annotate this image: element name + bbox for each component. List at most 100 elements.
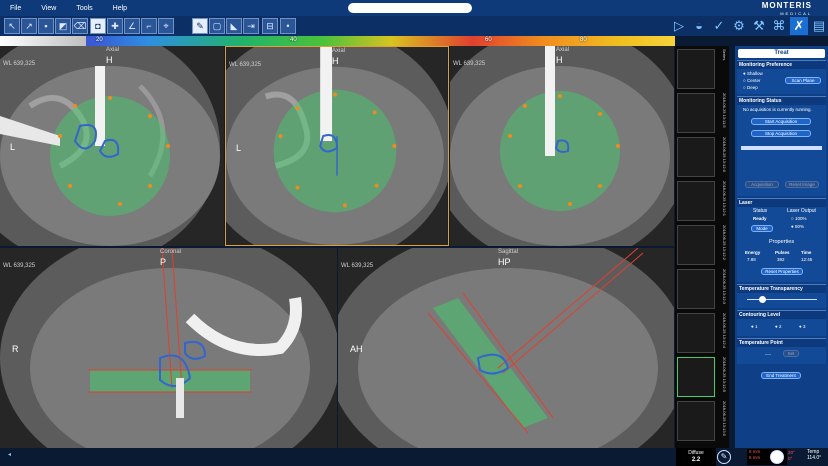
probe-insert-icon[interactable]: ✓ bbox=[710, 17, 728, 35]
orientation-label-top: H bbox=[106, 55, 113, 65]
grid-icon[interactable]: ⊟ bbox=[262, 18, 278, 34]
menu-file[interactable]: File bbox=[10, 5, 21, 12]
laser-section: Laser Status Ready Mode Laser Output ○ 1… bbox=[737, 198, 826, 282]
eraser-icon[interactable]: ⌫ bbox=[72, 18, 88, 34]
transparency-slider-track[interactable] bbox=[747, 299, 817, 300]
thumbnail-label: 2018-06-25 13:12:4 bbox=[722, 313, 727, 348]
settings-icon[interactable]: ⚙ bbox=[730, 17, 748, 35]
plan-icon[interactable]: ◒ bbox=[690, 17, 708, 35]
camera-icon[interactable]: ◘ bbox=[90, 18, 106, 34]
radio-center[interactable]: ○ Center bbox=[743, 78, 760, 83]
thumbnail[interactable] bbox=[677, 181, 715, 221]
model-icon[interactable]: ⌘ bbox=[770, 17, 788, 35]
pan-icon[interactable]: ◩ bbox=[55, 18, 71, 34]
energy-value: 7.88 bbox=[747, 257, 756, 262]
acquisition-button[interactable]: Acquisition bbox=[745, 181, 779, 188]
monitoring-status-section: Monitoring Status No acquisition is curr… bbox=[737, 96, 826, 196]
viewer-coronal[interactable]: WL 639,325 P R Coronal bbox=[0, 248, 337, 448]
search-input[interactable] bbox=[348, 3, 472, 13]
scan-plane-button[interactable]: Scan Plane bbox=[785, 77, 821, 84]
pen-icon[interactable]: ✎ bbox=[192, 18, 208, 34]
viewer-axial-1[interactable]: WL 639,325 H L Axial bbox=[0, 46, 224, 246]
thumbnail[interactable] bbox=[677, 49, 715, 89]
view-axis-label: Sagittal bbox=[498, 249, 519, 255]
radio-label: 1 bbox=[754, 324, 758, 329]
collapse-icon[interactable]: ◂ bbox=[8, 451, 11, 458]
thumbnail[interactable] bbox=[677, 93, 715, 133]
window-level-readout: WL 639,325 bbox=[3, 263, 36, 269]
laser-icon[interactable]: ◣ bbox=[226, 18, 242, 34]
series-thumbnails: Series 2018-06-25 13:11:5 2018-06-25 13:… bbox=[675, 46, 729, 448]
set-button[interactable]: Set bbox=[783, 350, 799, 357]
play-icon[interactable]: ▷ bbox=[670, 17, 688, 35]
window-level-readout: WL 639,325 bbox=[3, 61, 36, 67]
orientation-label-top: H bbox=[332, 56, 339, 66]
radio-contour-2[interactable]: ● 2 bbox=[775, 324, 781, 329]
menu-view[interactable]: View bbox=[41, 5, 56, 12]
temp-value: 114.0° bbox=[807, 455, 822, 461]
viewer-axial-2[interactable]: WL 639,325 H L Axial bbox=[225, 46, 449, 246]
diffuse-label: Diffuse bbox=[688, 450, 704, 456]
end-treatment-button[interactable]: End Treatment bbox=[761, 372, 801, 379]
angle-icon[interactable]: ∠ bbox=[124, 18, 140, 34]
tool-icon[interactable]: ⚒ bbox=[750, 17, 768, 35]
cursor-alt-icon[interactable]: ↗ bbox=[21, 18, 37, 34]
pen-tool-icon[interactable]: ✎ bbox=[717, 450, 731, 464]
transparency-slider-handle[interactable] bbox=[759, 296, 766, 303]
laser-status-label: Status bbox=[753, 208, 768, 214]
reset-properties-button[interactable]: Reset Properties bbox=[761, 268, 803, 275]
radio-label: 3 bbox=[802, 324, 806, 329]
dot-icon[interactable]: • bbox=[280, 18, 296, 34]
thumbnail[interactable] bbox=[677, 313, 715, 353]
thumbnail[interactable] bbox=[677, 137, 715, 177]
thumbnail[interactable] bbox=[677, 357, 715, 397]
probe-rotation-icon[interactable] bbox=[770, 450, 784, 464]
viewer-sagittal[interactable]: WL 639,325 HP AH Sagittal bbox=[338, 248, 674, 448]
thumbnail-label: 2018-06-25 13:12:5 bbox=[722, 357, 727, 392]
thumbnail-label: 2018-06-25 13:12:2 bbox=[722, 225, 727, 260]
radio-label: Shallow bbox=[746, 71, 763, 76]
radio-label: Center bbox=[746, 78, 761, 83]
temperature-point-section: Temperature Point ---- Set bbox=[737, 338, 826, 364]
cursor-icon[interactable]: ↖ bbox=[4, 18, 20, 34]
thumbnail-label: 2018-06-25 13:12:3 bbox=[722, 269, 727, 304]
degree-readout: 20° 0° bbox=[788, 450, 795, 462]
radio-deep[interactable]: ○ Deep bbox=[743, 85, 758, 90]
arrow-icon[interactable]: ⇥ bbox=[243, 18, 259, 34]
thumbnail-label: 2018-06-25 13:12:1 bbox=[722, 181, 727, 216]
tab-treat[interactable]: Treat bbox=[738, 49, 825, 58]
thumbnail[interactable] bbox=[677, 401, 715, 441]
document-icon[interactable]: ▤ bbox=[810, 17, 828, 35]
radio-contour-3[interactable]: ● 3 bbox=[799, 324, 805, 329]
stop-acquisition-button[interactable]: Stop Acquisition bbox=[751, 130, 811, 137]
contouring-level-section: Contouring Level ● 1 ● 2 ● 3 bbox=[737, 310, 826, 336]
thumbnail-label: 2018-06-25 13:13:0 bbox=[722, 401, 727, 436]
thumbnail[interactable] bbox=[677, 269, 715, 309]
orientation-label-side: L bbox=[10, 142, 16, 152]
brand-name: MONTERIS bbox=[761, 1, 812, 10]
radio-output-100[interactable]: ○ 100% bbox=[791, 216, 806, 221]
mode-button[interactable]: Mode bbox=[751, 225, 773, 232]
menu-help[interactable]: Help bbox=[113, 5, 127, 12]
thumbnail[interactable] bbox=[677, 225, 715, 265]
thumbnail-label: 2018-06-25 13:12:0 bbox=[722, 137, 727, 172]
radio-contour-1[interactable]: ● 1 bbox=[751, 324, 757, 329]
properties-label: Properties bbox=[769, 239, 795, 245]
radio-label: 80% bbox=[794, 224, 804, 229]
line-icon[interactable]: ⌐ bbox=[141, 18, 157, 34]
region-icon[interactable]: ▢ bbox=[209, 18, 225, 34]
menu-tools[interactable]: Tools bbox=[76, 5, 92, 12]
scale-mark: 60 bbox=[485, 37, 492, 43]
radio-output-80[interactable]: ● 80% bbox=[791, 224, 804, 229]
probe-icon[interactable]: ⌖ bbox=[158, 18, 174, 34]
progress-bar bbox=[741, 146, 822, 150]
start-acquisition-button[interactable]: Start Acquisition bbox=[751, 118, 811, 125]
treat-icon[interactable]: ✗ bbox=[790, 17, 808, 35]
viewer-axial-3[interactable]: WL 639,325 H Axial bbox=[450, 46, 674, 246]
reset-image-button[interactable]: Reset Image bbox=[785, 181, 819, 188]
orientation-label-top: H bbox=[556, 55, 563, 65]
window-level-icon[interactable]: ▪ bbox=[38, 18, 54, 34]
radio-shallow[interactable]: ● Shallow bbox=[743, 71, 763, 76]
crosshair-icon[interactable]: ✚ bbox=[107, 18, 123, 34]
temperature-point-value: ---- bbox=[765, 352, 771, 357]
